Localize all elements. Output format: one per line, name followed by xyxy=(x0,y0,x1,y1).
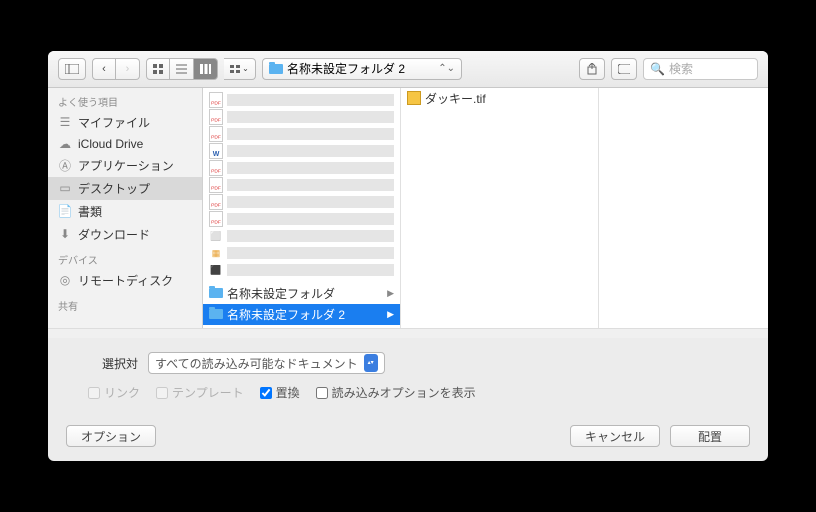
sidebar-shared-header: 共有 xyxy=(48,292,202,315)
chevron-right-icon: ▶ xyxy=(387,288,394,299)
template-checkbox: テンプレート xyxy=(156,384,244,401)
sidebar-item-applications[interactable]: Ⓐアプリケーション xyxy=(48,154,202,177)
sidebar-toggle-button[interactable] xyxy=(58,58,86,80)
disc-icon: ◎ xyxy=(58,274,72,286)
tags-button[interactable] xyxy=(611,58,637,80)
forward-button[interactable]: › xyxy=(116,58,140,80)
browser-body: よく使う項目 ☰マイファイル ☁iCloud Drive Ⓐアプリケーション ▭… xyxy=(48,88,768,329)
scrollbar-track[interactable] xyxy=(48,328,768,338)
enable-label: 選択対 xyxy=(68,355,138,372)
footer: オプション キャンセル 配置 xyxy=(48,415,768,461)
view-list-button[interactable] xyxy=(170,58,194,80)
filter-popup[interactable]: すべての読み込み可能なドキュメント ▴▾ xyxy=(148,352,385,374)
search-input[interactable]: 🔍 検索 xyxy=(643,58,758,80)
sidebar-item-myfiles[interactable]: ☰マイファイル xyxy=(48,111,202,134)
columns-view: ⬜ ▦ ⬛ 名称未設定フォルダ▶ 名称未設定フォルダ 2▶ ダッキー.tif xyxy=(203,88,768,329)
sidebar-devices-header: デバイス xyxy=(48,246,202,269)
download-icon: ⬇ xyxy=(58,228,72,240)
column-row-file1[interactable]: ダッキー.tif xyxy=(401,88,598,109)
folder-icon xyxy=(209,309,223,319)
sidebar: よく使う項目 ☰マイファイル ☁iCloud Drive Ⓐアプリケーション ▭… xyxy=(48,88,203,329)
cloud-icon: ☁ xyxy=(58,138,72,150)
cancel-button[interactable]: キャンセル xyxy=(570,425,660,447)
sidebar-item-icloud[interactable]: ☁iCloud Drive xyxy=(48,134,202,154)
desktop-icon: ▭ xyxy=(58,182,72,194)
search-placeholder: 検索 xyxy=(669,60,693,77)
link-checkbox: リンク xyxy=(88,384,140,401)
doc-icon: 📄 xyxy=(58,205,72,217)
column-1[interactable]: ⬜ ▦ ⬛ 名称未設定フォルダ▶ 名称未設定フォルダ 2▶ xyxy=(203,88,401,329)
options-button[interactable]: オプション xyxy=(66,425,156,447)
view-column-button[interactable] xyxy=(194,58,218,80)
share-button[interactable] xyxy=(579,58,605,80)
redacted-files: ⬜ ▦ ⬛ xyxy=(209,92,394,279)
column-2[interactable]: ダッキー.tif xyxy=(401,88,599,329)
options-panel: 選択対 すべての読み込み可能なドキュメント ▴▾ リンク テンプレート 置換 読… xyxy=(48,338,768,415)
path-popup[interactable]: 名称未設定フォルダ 2 ⌃⌄ xyxy=(262,58,462,80)
place-button[interactable]: 配置 xyxy=(670,425,750,447)
sidebar-item-downloads[interactable]: ⬇ダウンロード xyxy=(48,223,202,246)
sidebar-item-desktop[interactable]: ▭デスクトップ xyxy=(48,177,202,200)
open-dialog: ‹ › ⌄ 名称未設定フォルダ 2 ⌃⌄ xyxy=(48,51,768,461)
chevron-updown-icon: ▴▾ xyxy=(364,354,378,372)
chevron-updown-icon: ⌃⌄ xyxy=(438,63,455,74)
show-import-checkbox[interactable]: 読み込みオプションを表示 xyxy=(316,384,476,401)
sidebar-favorites-header: よく使う項目 xyxy=(48,88,202,111)
app-icon: Ⓐ xyxy=(58,159,72,171)
replace-checkbox[interactable]: 置換 xyxy=(260,384,300,401)
column-3[interactable] xyxy=(599,88,768,329)
column-row-folder1[interactable]: 名称未設定フォルダ▶ xyxy=(203,283,400,304)
chevron-right-icon: ▶ xyxy=(387,309,394,320)
arrange-button[interactable]: ⌄ xyxy=(224,58,256,80)
path-label: 名称未設定フォルダ 2 xyxy=(287,60,405,77)
sidebar-item-documents[interactable]: 📄書類 xyxy=(48,200,202,223)
back-button[interactable]: ‹ xyxy=(92,58,116,80)
file-icon: ☰ xyxy=(58,116,72,128)
view-icon-button[interactable] xyxy=(146,58,170,80)
folder-icon xyxy=(209,288,223,298)
tif-icon xyxy=(407,91,421,105)
column-row-folder2[interactable]: 名称未設定フォルダ 2▶ xyxy=(203,304,400,325)
sidebar-item-remotedisk[interactable]: ◎リモートディスク xyxy=(48,269,202,292)
toolbar: ‹ › ⌄ 名称未設定フォルダ 2 ⌃⌄ xyxy=(48,51,768,88)
folder-icon xyxy=(269,64,283,74)
search-icon: 🔍 xyxy=(650,62,665,76)
